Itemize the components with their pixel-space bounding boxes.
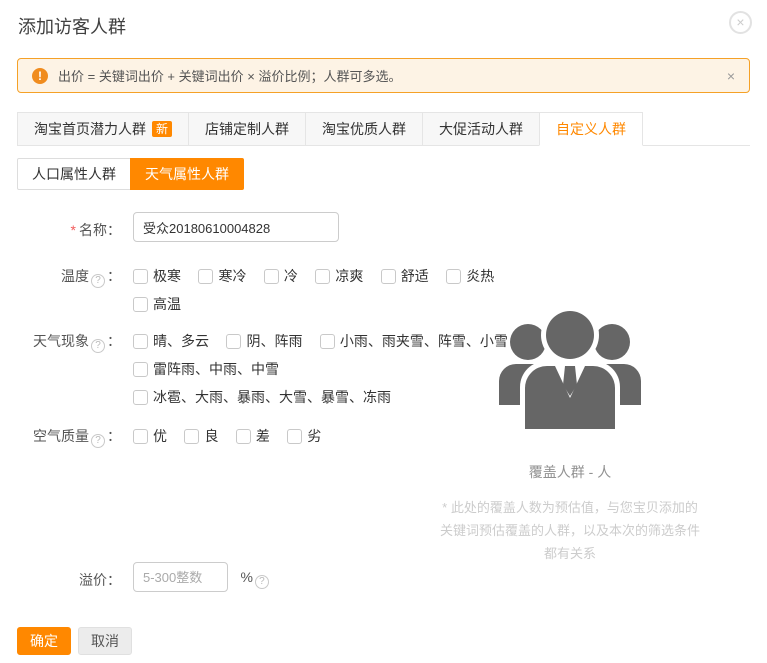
crowd-tabs: 淘宝首页潜力人群新 店铺定制人群 淘宝优质人群 大促活动人群 自定义人群 <box>17 112 750 146</box>
air-quality-label: 空气质量?： <box>0 426 121 448</box>
checkbox[interactable] <box>226 334 241 349</box>
checkbox-option[interactable]: 良 <box>184 426 218 446</box>
tab-shop-custom[interactable]: 店铺定制人群 <box>188 112 306 145</box>
checkbox-option[interactable]: 凉爽 <box>315 266 363 286</box>
add-visitor-group-dialog: 添加访客人群 × ! 出价 = 关键词出价 + 关键词出价 × 溢价比例；人群可… <box>0 0 767 663</box>
checkbox-label: 优 <box>153 428 167 444</box>
checkbox[interactable] <box>133 429 148 444</box>
premium-label: 溢价： <box>0 570 121 590</box>
checkbox-option[interactable]: 舒适 <box>381 266 429 286</box>
checkbox-label: 阴、阵雨 <box>246 333 302 349</box>
checkbox-label: 差 <box>256 428 270 444</box>
dialog-close-icon[interactable]: × <box>729 11 752 34</box>
subtab-demographic[interactable]: 人口属性人群 <box>17 158 131 190</box>
checkbox[interactable] <box>133 362 148 377</box>
checkbox-option[interactable]: 炎热 <box>446 266 494 286</box>
tab-custom-crowd[interactable]: 自定义人群 <box>539 112 643 146</box>
checkbox[interactable] <box>133 334 148 349</box>
checkbox[interactable] <box>133 390 148 405</box>
cancel-button[interactable]: 取消 <box>78 627 132 655</box>
checkbox-label: 良 <box>204 428 218 444</box>
checkbox[interactable] <box>315 269 330 284</box>
name-input[interactable] <box>133 212 339 242</box>
checkbox-label: 寒冷 <box>218 268 246 284</box>
name-row: *名称： <box>0 212 750 242</box>
tab-taobao-quality[interactable]: 淘宝优质人群 <box>305 112 423 145</box>
checkbox-label: 极寒 <box>153 268 181 284</box>
checkbox[interactable] <box>236 429 251 444</box>
page-title: 添加访客人群 <box>18 13 126 39</box>
checkbox-option[interactable]: 高温 <box>133 294 181 314</box>
temperature-label: 温度?： <box>0 266 121 288</box>
banner-text: 出价 = 关键词出价 + 关键词出价 × 溢价比例；人群可多选。 <box>58 66 401 85</box>
checkbox[interactable] <box>381 269 396 284</box>
checkbox-option[interactable]: 差 <box>236 426 270 446</box>
checkbox-option[interactable]: 寒冷 <box>198 266 246 286</box>
checkbox-option[interactable]: 极寒 <box>133 266 181 286</box>
checkbox[interactable] <box>184 429 199 444</box>
checkbox[interactable] <box>446 269 461 284</box>
checkbox-label: 劣 <box>307 428 321 444</box>
checkbox-label: 冰雹、大雨、暴雨、大雪、暴雪、冻雨 <box>153 389 391 405</box>
coverage-panel: 覆盖人群 - 人 * 此处的覆盖人数为预估值，与您宝贝添加的 关键词预估覆盖的人… <box>420 301 720 565</box>
help-icon[interactable]: ? <box>91 434 105 448</box>
checkbox-label: 舒适 <box>401 268 429 284</box>
tab-label: 店铺定制人群 <box>205 121 289 137</box>
premium-input[interactable] <box>133 562 228 592</box>
name-label: *名称： <box>0 220 121 240</box>
checkbox-label: 雷阵雨、中雨、中雪 <box>153 361 279 377</box>
required-mark: * <box>71 222 76 238</box>
checkbox-option[interactable]: 优 <box>133 426 167 446</box>
checkbox[interactable] <box>264 269 279 284</box>
checkbox-label: 炎热 <box>466 268 494 284</box>
new-badge: 新 <box>152 121 172 137</box>
tab-label: 自定义人群 <box>556 121 626 137</box>
coverage-caption: 覆盖人群 - 人 <box>420 462 720 482</box>
checkbox-option[interactable]: 冰雹、大雨、暴雨、大雪、暴雪、冻雨 <box>133 387 391 407</box>
checkbox-label: 凉爽 <box>335 268 363 284</box>
banner-close-icon[interactable]: × <box>727 68 735 84</box>
checkbox[interactable] <box>287 429 302 444</box>
subtab-weather[interactable]: 天气属性人群 <box>130 158 244 190</box>
bid-info-banner: ! 出价 = 关键词出价 + 关键词出价 × 溢价比例；人群可多选。 × <box>17 58 750 93</box>
checkbox-label: 冷 <box>284 268 298 284</box>
checkbox[interactable] <box>198 269 213 284</box>
confirm-button[interactable]: 确定 <box>17 627 71 655</box>
people-group-icon <box>495 301 645 429</box>
tab-label: 淘宝首页潜力人群 <box>34 121 146 137</box>
weather-label: 天气现象?： <box>0 331 121 353</box>
help-icon[interactable]: ? <box>255 575 269 589</box>
help-icon[interactable]: ? <box>91 274 105 288</box>
checkbox[interactable] <box>133 269 148 284</box>
tab-promo-activity[interactable]: 大促活动人群 <box>422 112 540 145</box>
percent-unit: % <box>240 569 252 585</box>
custom-crowd-subtabs: 人口属性人群 天气属性人群 <box>17 158 244 190</box>
checkbox-label: 高温 <box>153 296 181 312</box>
warning-icon: ! <box>32 68 48 84</box>
checkbox-option[interactable]: 阴、阵雨 <box>226 331 302 351</box>
tab-label: 大促活动人群 <box>439 121 523 137</box>
checkbox[interactable] <box>133 297 148 312</box>
checkbox[interactable] <box>320 334 335 349</box>
help-icon[interactable]: ? <box>91 339 105 353</box>
checkbox-label: 晴、多云 <box>153 333 209 349</box>
checkbox-option[interactable]: 冷 <box>264 266 298 286</box>
coverage-note: * 此处的覆盖人数为预估值，与您宝贝添加的 关键词预估覆盖的人群，以及本次的筛选… <box>420 496 720 565</box>
tab-label: 淘宝优质人群 <box>322 121 406 137</box>
checkbox-option[interactable]: 晴、多云 <box>133 331 209 351</box>
premium-row: 溢价： %? <box>0 562 750 592</box>
tab-taobao-homepage-potential[interactable]: 淘宝首页潜力人群新 <box>17 112 189 145</box>
checkbox-option[interactable]: 劣 <box>287 426 321 446</box>
checkbox-option[interactable]: 雷阵雨、中雨、中雪 <box>133 359 279 379</box>
